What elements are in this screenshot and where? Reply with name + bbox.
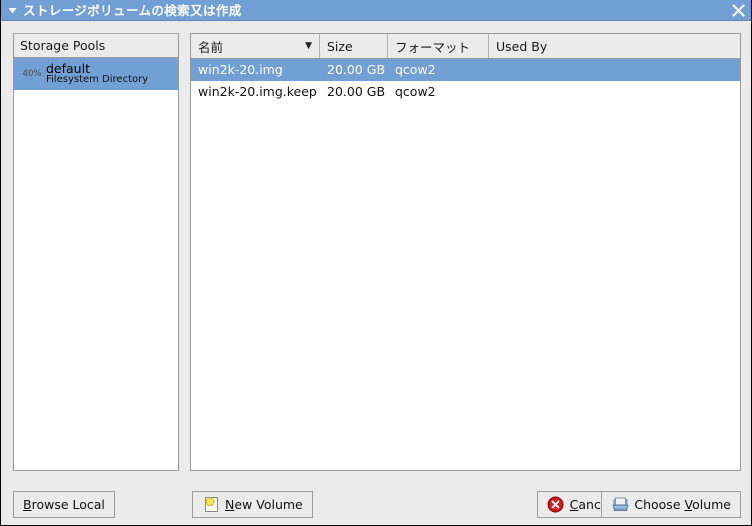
column-header-size[interactable]: Size: [320, 34, 388, 58]
new-volume-mnemonic: N: [225, 497, 235, 512]
table-row[interactable]: win2k-20.img 20.00 GB qcow2: [191, 59, 740, 81]
browse-local-label: Browse Local: [23, 497, 105, 512]
volumes-table-header: 名前 ▼ Size フォーマット Used By: [191, 34, 740, 59]
column-header-used-by[interactable]: Used By: [489, 34, 740, 58]
volumes-panel: 名前 ▼ Size フォーマット Used By win2k-20.img 20…: [190, 33, 741, 471]
pool-text-block: default Filesystem Directory: [46, 62, 148, 86]
window-title: ストレージボリュームの検索又は作成: [23, 2, 242, 18]
choose-volume-suffix: olume: [692, 497, 731, 512]
triangle-down-icon[interactable]: [1, 0, 23, 21]
choose-volume-prefix: Choose: [634, 497, 685, 512]
browse-local-mnemonic: B: [23, 497, 32, 512]
browse-local-suffix: rowse Local: [31, 497, 105, 512]
dialog-button-bar: Browse Local New Volume Cancel Choose Vo…: [1, 483, 751, 525]
column-header-name-label: 名前: [198, 39, 224, 55]
storage-pools-header[interactable]: Storage Pools: [14, 34, 178, 58]
dialog-body: Storage Pools 40% default Filesystem Dir…: [1, 21, 751, 525]
cell-format: qcow2: [395, 62, 436, 77]
cell-size: 20.00 GB: [327, 62, 386, 77]
pool-type: Filesystem Directory: [46, 74, 149, 86]
choose-volume-label: Choose Volume: [634, 497, 731, 512]
cell-name: win2k-20.img.keep: [198, 84, 317, 99]
pool-usage-percent: 40%: [22, 69, 42, 79]
cell-size: 20.00 GB: [327, 84, 386, 99]
title-bar: ストレージボリュームの検索又は作成: [1, 0, 751, 21]
list-item[interactable]: 40% default Filesystem Directory: [14, 58, 178, 90]
new-volume-label: New Volume: [225, 497, 303, 512]
storage-volume-dialog: ストレージボリュームの検索又は作成 Storage Pools 40% defa…: [0, 0, 752, 526]
column-header-name[interactable]: 名前 ▼: [191, 34, 320, 58]
new-volume-suffix: ew Volume: [234, 497, 303, 512]
cancel-icon: [547, 496, 565, 514]
cell-format: qcow2: [395, 84, 436, 99]
volume-tray-icon: [611, 496, 629, 514]
sort-descending-icon: ▼: [305, 41, 312, 51]
choose-volume-mnemonic: V: [684, 497, 693, 512]
choose-volume-button[interactable]: Choose Volume: [601, 491, 741, 518]
browse-local-button[interactable]: Browse Local: [13, 491, 115, 518]
new-volume-button[interactable]: New Volume: [192, 491, 313, 518]
new-document-icon: [202, 496, 220, 514]
storage-pools-list[interactable]: 40% default Filesystem Directory: [14, 58, 178, 470]
storage-pools-panel: Storage Pools 40% default Filesystem Dir…: [13, 33, 179, 471]
volumes-table-body[interactable]: win2k-20.img 20.00 GB qcow2 win2k-20.img…: [191, 59, 740, 470]
close-icon[interactable]: [723, 0, 751, 21]
table-row[interactable]: win2k-20.img.keep 20.00 GB qcow2: [191, 81, 740, 103]
cell-name: win2k-20.img: [198, 62, 283, 77]
column-header-format[interactable]: フォーマット: [388, 34, 489, 58]
